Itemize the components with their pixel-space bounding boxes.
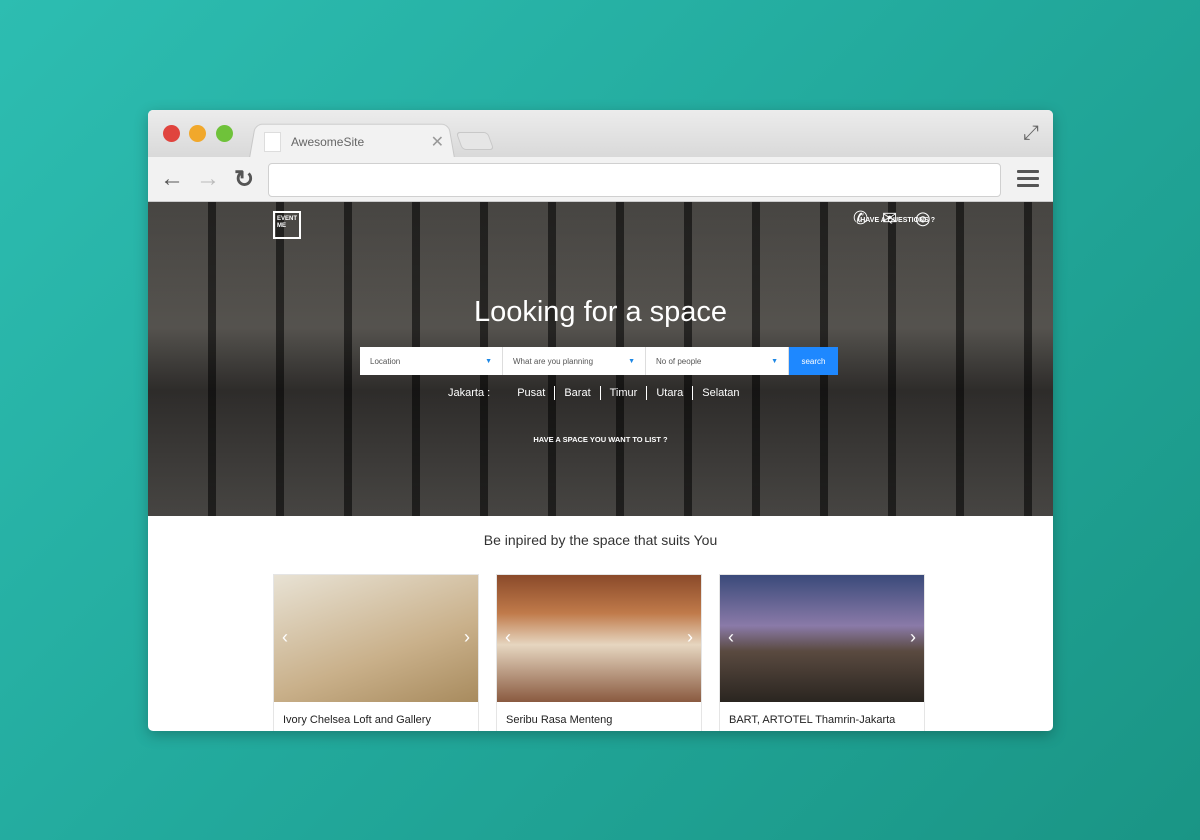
close-window-button[interactable] bbox=[163, 125, 180, 142]
page-icon bbox=[264, 132, 281, 152]
area-link[interactable]: Selatan bbox=[693, 387, 748, 399]
next-icon[interactable]: › bbox=[464, 627, 470, 648]
venue-card[interactable]: ‹ › BART, ARTOTEL Thamrin-Jakarta bbox=[719, 574, 925, 731]
planning-select[interactable]: What are you planning ▼ bbox=[503, 347, 646, 375]
section-title: Be inpired by the space that suits You bbox=[483, 532, 718, 548]
prev-icon[interactable]: ‹ bbox=[505, 627, 511, 648]
maximize-window-button[interactable] bbox=[216, 125, 233, 142]
prev-icon[interactable]: ‹ bbox=[728, 627, 734, 648]
venue-card[interactable]: ‹ › Seribu Rasa Menteng bbox=[496, 574, 702, 731]
close-tab-icon[interactable]: ✕ bbox=[431, 132, 444, 152]
chevron-down-icon: ▼ bbox=[485, 357, 492, 365]
toolbar: ← → ↻ bbox=[148, 157, 1053, 202]
menu-icon[interactable] bbox=[1017, 170, 1039, 191]
venue-card[interactable]: ‹ › Ivory Chelsea Loft and Gallery bbox=[273, 574, 479, 731]
location-label: Location bbox=[370, 356, 401, 366]
area-link[interactable]: Barat bbox=[555, 387, 599, 399]
venue-image: ‹ › bbox=[497, 575, 701, 702]
search-form: Location ▼ What are you planning ▼ No of p… bbox=[360, 347, 838, 375]
chevron-down-icon: ▼ bbox=[628, 357, 635, 365]
next-icon[interactable]: › bbox=[687, 627, 693, 648]
fullscreen-icon[interactable]: ⤢ bbox=[1023, 122, 1039, 145]
hero-title: Looking for a space bbox=[473, 296, 728, 328]
people-label: No of people bbox=[656, 356, 702, 366]
next-icon[interactable]: › bbox=[910, 627, 916, 648]
venue-name[interactable]: Seribu Rasa Menteng bbox=[497, 702, 701, 731]
area-link[interactable]: Utara bbox=[647, 387, 692, 399]
venue-image: ‹ › bbox=[274, 575, 478, 702]
chevron-down-icon: ▼ bbox=[771, 357, 778, 365]
search-button[interactable]: search bbox=[789, 347, 838, 375]
venue-image: ‹ › bbox=[720, 575, 924, 702]
location-select[interactable]: Location ▼ bbox=[360, 347, 503, 375]
area-links: Jakarta : Pusat Barat Timur Utara Selata… bbox=[439, 386, 749, 400]
logo[interactable]: EVENT ME bbox=[273, 211, 301, 239]
forward-icon[interactable]: → bbox=[196, 165, 220, 193]
hero: EVENT ME HAVE A QUESTIONS ? ✆ ✉ ◎ Looking… bbox=[148, 202, 1053, 516]
reload-icon[interactable]: ↻ bbox=[234, 165, 254, 194]
area-link[interactable]: Pusat bbox=[508, 387, 554, 399]
people-select[interactable]: No of people ▼ bbox=[646, 347, 789, 375]
tab-bar: AwesomeSite ✕ ⤢ bbox=[148, 110, 1053, 160]
planning-label: What are you planning bbox=[513, 356, 594, 366]
phone-icon[interactable]: ✆ bbox=[853, 208, 868, 229]
venue-name[interactable]: BART, ARTOTEL Thamrin-Jakarta bbox=[720, 702, 924, 731]
tab-title: AwesomeSite bbox=[291, 135, 365, 149]
browser-window: AwesomeSite ✕ ⤢ ← → ↻ EVENT ME HAVE A QUE… bbox=[148, 110, 1053, 731]
minimize-window-button[interactable] bbox=[189, 125, 206, 142]
area-link[interactable]: Timur bbox=[601, 387, 647, 399]
whatsapp-icon[interactable]: ◎ bbox=[915, 208, 931, 229]
prev-icon[interactable]: ‹ bbox=[282, 627, 288, 648]
back-icon[interactable]: ← bbox=[160, 165, 184, 193]
list-space-link[interactable]: HAVE A SPACE YOU WANT TO LIST ? bbox=[148, 435, 1053, 444]
new-tab-button[interactable] bbox=[455, 132, 495, 150]
address-bar[interactable] bbox=[268, 163, 1001, 197]
venue-name[interactable]: Ivory Chelsea Loft and Gallery bbox=[274, 702, 478, 731]
areas-label: Jakarta : bbox=[448, 387, 491, 399]
mail-icon[interactable]: ✉ bbox=[882, 208, 897, 229]
